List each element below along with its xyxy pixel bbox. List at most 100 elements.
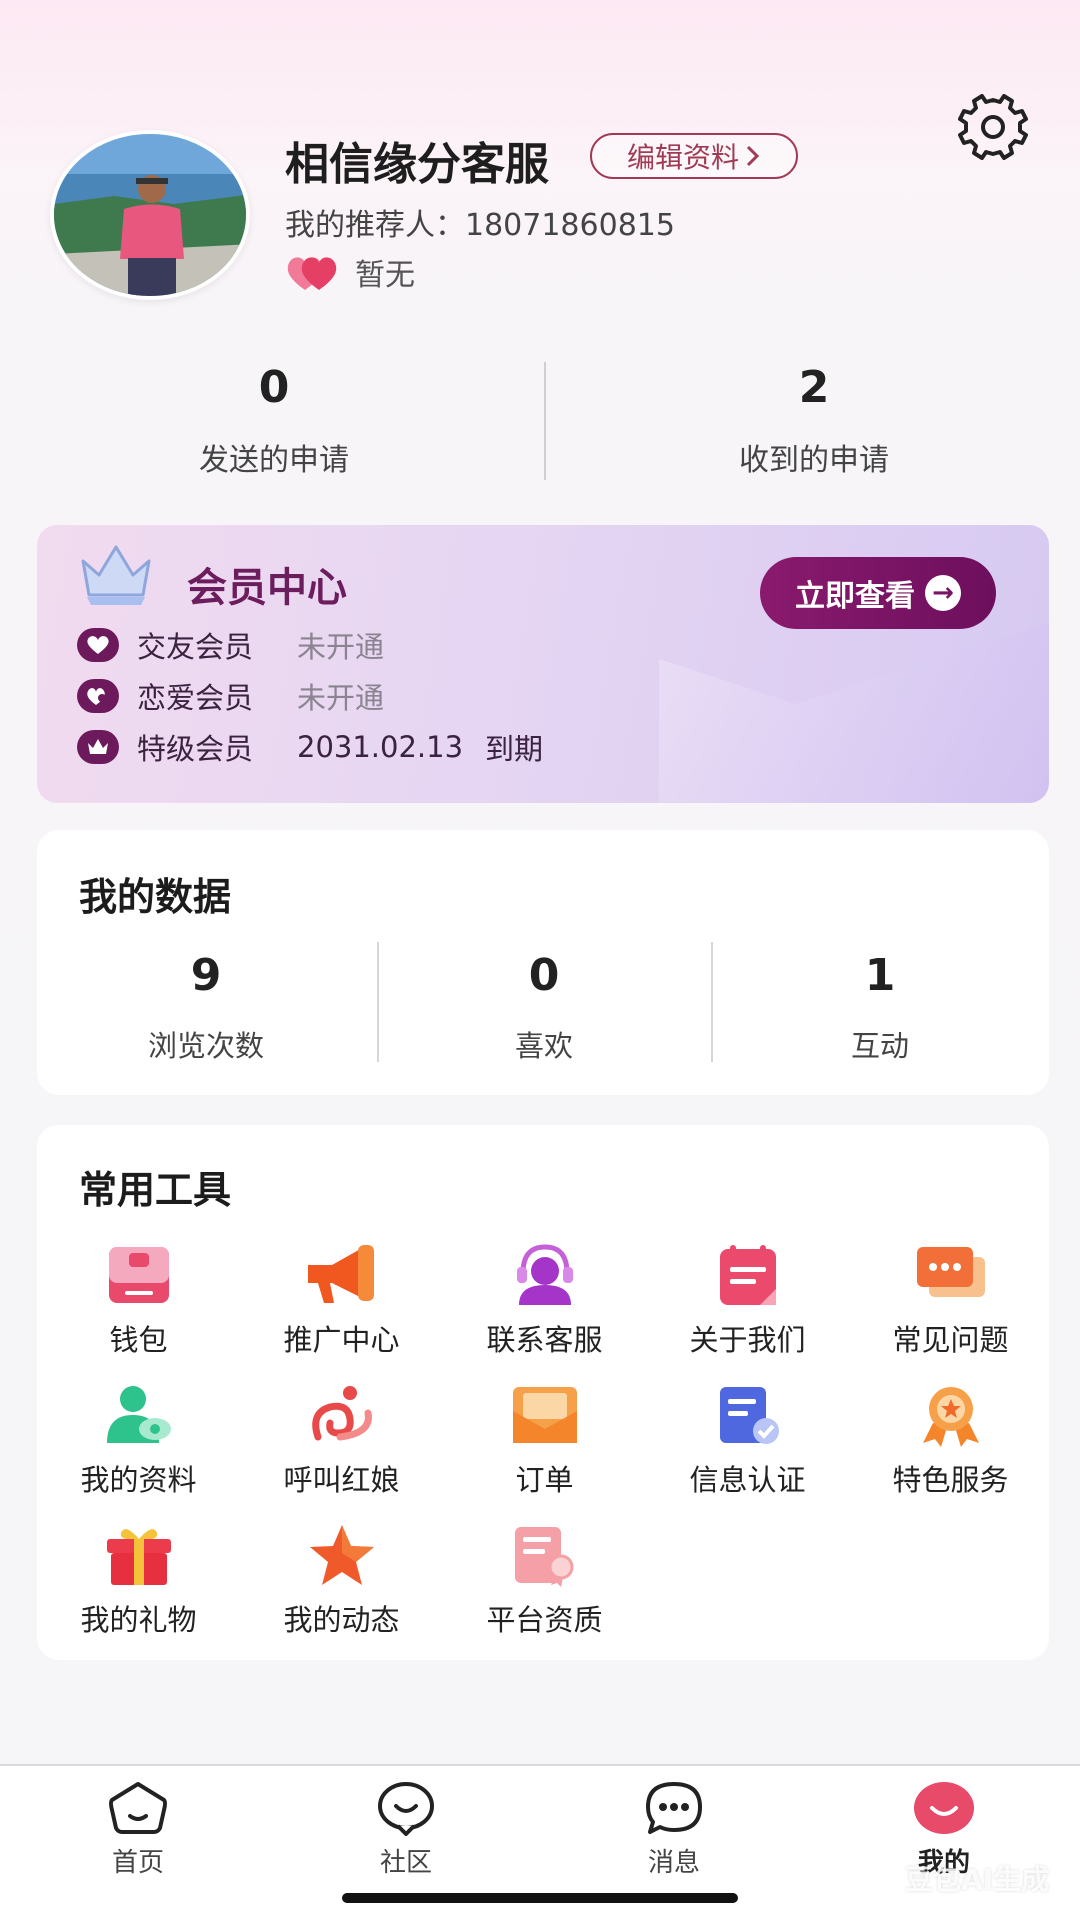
tab-label: 消息 <box>647 1848 700 1878</box>
edit-profile-button[interactable]: 编辑资料 <box>590 133 798 179</box>
tool-label: 平台资质 <box>486 1603 603 1637</box>
tool-label: 我的礼物 <box>80 1603 197 1637</box>
view-now-label: 立即查看 <box>795 579 915 614</box>
tool-label: 特色服务 <box>892 1463 1009 1497</box>
card-decoration <box>659 623 1049 803</box>
avatar[interactable] <box>50 130 250 300</box>
tool-label: 常见问题 <box>892 1323 1009 1357</box>
stat-likes[interactable]: 0 喜欢 <box>375 950 713 1065</box>
tool-wallet[interactable]: 钱包 <box>37 1243 240 1359</box>
community-icon <box>378 1782 434 1836</box>
my-data-card: 我的数据 9 浏览次数 0 喜欢 1 互动 <box>37 830 1049 1095</box>
double-heart-icon <box>77 679 119 713</box>
tool-customer-service[interactable]: 联系客服 <box>443 1243 646 1359</box>
certificate-icon <box>514 1527 573 1587</box>
wallet-icon <box>108 1247 169 1303</box>
tab-messages[interactable]: 消息 <box>574 1780 774 1879</box>
view-now-button[interactable]: 立即查看 → <box>760 557 996 629</box>
tool-label: 钱包 <box>109 1323 168 1357</box>
tab-community[interactable]: 社区 <box>306 1780 506 1879</box>
tool-my-gifts[interactable]: 我的礼物 <box>37 1523 240 1639</box>
member-center-card[interactable]: 会员中心 立即查看 → 交友会员 未开通 恋爱会员 未开通 特级会员 2031.… <box>37 525 1049 803</box>
tab-home[interactable]: 首页 <box>38 1780 238 1879</box>
tool-label: 我的资料 <box>80 1463 197 1497</box>
tool-my-moments[interactable]: 我的动态 <box>240 1523 443 1639</box>
member-row-love: 恋爱会员 未开通 <box>77 675 384 717</box>
tool-faq[interactable]: 常见问题 <box>849 1243 1052 1359</box>
stat-label: 喜欢 <box>514 1029 573 1063</box>
member-row-friend: 交友会员 未开通 <box>77 624 384 666</box>
sent-applications[interactable]: 0 发送的申请 <box>4 362 544 479</box>
arrow-right-icon: → <box>925 575 961 611</box>
tool-call-matchmaker[interactable]: 呼叫红娘 <box>240 1383 443 1499</box>
member-row-premium: 特级会员 2031.02.13 到期 <box>77 726 543 768</box>
user-profile-icon <box>106 1386 171 1443</box>
member-row-state: 未开通 <box>297 681 385 715</box>
star-icon <box>309 1525 374 1585</box>
gear-icon <box>958 94 1028 160</box>
tool-label: 关于我们 <box>689 1323 806 1357</box>
customer-service-icon <box>516 1244 573 1305</box>
referrer-label: 我的推荐人： <box>285 208 465 243</box>
tool-verification[interactable]: 信息认证 <box>646 1383 849 1499</box>
tool-orders[interactable]: 订单 <box>443 1383 646 1499</box>
referrer-info: 我的推荐人：18071860815 <box>285 200 675 244</box>
stat-label: 互动 <box>850 1029 909 1063</box>
received-applications[interactable]: 2 收到的申请 <box>544 362 1080 479</box>
tools-card: 常用工具 钱包 推广中心 联系客服 关于我们 常见问题 我的资料 呼叫红娘 订单… <box>37 1125 1049 1660</box>
megaphone-icon <box>307 1245 374 1303</box>
member-center-title: 会员中心 <box>187 565 347 611</box>
tool-label: 订单 <box>515 1463 574 1497</box>
envelope-icon <box>512 1387 577 1443</box>
stat-interactions[interactable]: 1 互动 <box>711 950 1049 1065</box>
member-row-expiry: 2031.02.13 <box>297 730 464 764</box>
stat-count: 0 <box>528 950 560 1001</box>
received-label: 收到的申请 <box>739 443 889 478</box>
member-row-name: 交友会员 <box>137 630 254 664</box>
tool-label: 联系客服 <box>486 1323 603 1357</box>
crown-icon <box>81 545 151 605</box>
heart-icon <box>77 628 119 662</box>
match-status-text: 暂无 <box>355 258 415 293</box>
notebook-icon <box>719 1245 776 1305</box>
member-row-name: 恋爱会员 <box>137 681 254 715</box>
member-row-state: 未开通 <box>297 630 385 664</box>
gift-icon <box>106 1529 171 1585</box>
tool-special-services[interactable]: 特色服务 <box>849 1383 1052 1499</box>
crown-small-icon <box>77 730 119 764</box>
tools-title: 常用工具 <box>79 1168 232 1212</box>
tool-label: 推广中心 <box>283 1323 400 1357</box>
my-data-title: 我的数据 <box>79 875 232 919</box>
tool-label: 呼叫红娘 <box>283 1463 400 1497</box>
tool-platform-qualification[interactable]: 平台资质 <box>443 1523 646 1639</box>
watermark: 豆包AI生成 <box>905 1863 1050 1896</box>
member-row-suffix: 到期 <box>485 732 544 766</box>
stat-count: 9 <box>190 950 222 1001</box>
member-row-name: 特级会员 <box>137 732 254 766</box>
profile-icon <box>914 1782 974 1834</box>
matchmaker-icon <box>311 1386 372 1441</box>
settings-button[interactable] <box>958 92 1028 162</box>
match-status: 暂无 <box>285 250 415 294</box>
received-count: 2 <box>798 362 830 413</box>
chat-icon <box>916 1247 985 1297</box>
tool-promotion[interactable]: 推广中心 <box>240 1243 443 1359</box>
tab-label: 首页 <box>111 1848 164 1878</box>
tool-my-profile[interactable]: 我的资料 <box>37 1383 240 1499</box>
home-icon <box>109 1782 167 1834</box>
verified-document-icon <box>719 1387 779 1444</box>
chevron-right-icon <box>746 145 760 167</box>
edit-profile-label: 编辑资料 <box>626 141 739 174</box>
sent-label: 发送的申请 <box>199 443 349 478</box>
tool-about-us[interactable]: 关于我们 <box>646 1243 849 1359</box>
medal-icon <box>922 1387 979 1447</box>
stat-count: 1 <box>864 950 896 1001</box>
tool-label: 信息认证 <box>689 1463 806 1497</box>
tool-label: 我的动态 <box>283 1603 400 1637</box>
message-icon <box>646 1782 702 1834</box>
sent-count: 0 <box>258 362 290 413</box>
stat-label: 浏览次数 <box>147 1029 264 1063</box>
stat-views[interactable]: 9 浏览次数 <box>37 950 375 1065</box>
home-indicator[interactable] <box>342 1893 738 1903</box>
username: 相信缘分客服 <box>285 139 549 190</box>
